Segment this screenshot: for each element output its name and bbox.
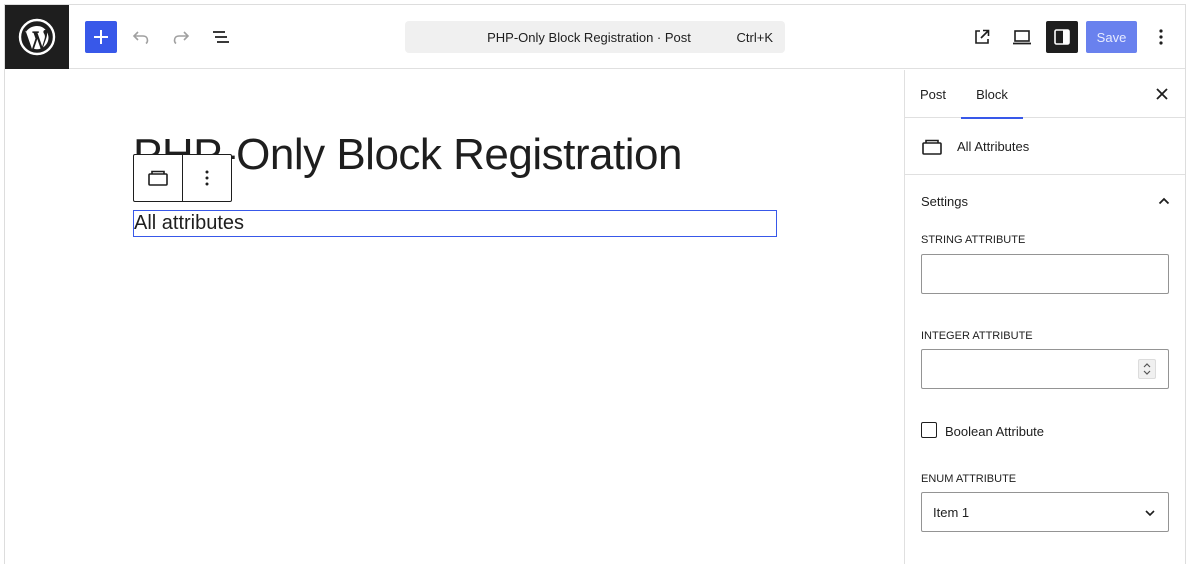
plus-icon xyxy=(94,30,108,44)
close-icon xyxy=(1156,88,1168,100)
block-type-button[interactable] xyxy=(134,155,183,201)
settings-toggle-button[interactable] xyxy=(1046,21,1078,53)
block-icon xyxy=(147,170,168,186)
wordpress-logo-icon[interactable] xyxy=(5,5,69,69)
enum-attribute-label: ENUM ATTRIBUTE xyxy=(921,473,1017,485)
string-attribute-label: STRING ATTRIBUTE xyxy=(921,234,1026,246)
block-icon xyxy=(922,139,942,155)
options-button[interactable] xyxy=(1145,21,1177,53)
enum-selected-value: Item 1 xyxy=(933,504,970,520)
redo-button[interactable] xyxy=(165,21,197,53)
keyboard-shortcut: Ctrl+K xyxy=(736,29,773,45)
device-preview-button[interactable] xyxy=(1006,21,1038,53)
settings-panel-toggle[interactable]: Settings xyxy=(921,176,1171,226)
block-toolbar xyxy=(133,154,232,202)
more-vertical-icon xyxy=(1159,29,1163,45)
sidebar-tabs: Post Block xyxy=(905,70,1185,119)
block-card-title: All Attributes xyxy=(957,139,1030,154)
view-post-button[interactable] xyxy=(966,21,998,53)
list-view-icon xyxy=(213,31,229,43)
command-palette-bar[interactable]: PHP-Only Block Registration · Post Ctrl+… xyxy=(405,21,785,53)
settings-panel: Settings STRING ATTRIBUTE INTEGER ATTRIB… xyxy=(905,176,1185,564)
enum-attribute-select[interactable]: Item 1 xyxy=(921,492,1169,532)
boolean-attribute-label: Boolean Attribute xyxy=(945,424,1045,439)
redo-icon xyxy=(173,31,190,45)
chevron-up-icon[interactable] xyxy=(1156,193,1172,209)
block-card: All Attributes xyxy=(905,119,1185,175)
settings-sidebar: Post Block All Attributes Settings STRIN… xyxy=(904,70,1185,564)
tab-block[interactable]: Block xyxy=(961,70,1023,119)
tab-post[interactable]: Post xyxy=(905,70,961,118)
selected-block[interactable]: All attributes xyxy=(133,210,777,237)
integer-attribute-label: INTEGER ATTRIBUTE xyxy=(921,330,1033,342)
desktop-icon xyxy=(1013,30,1031,45)
save-button[interactable]: Save xyxy=(1086,21,1137,53)
block-options-button[interactable] xyxy=(183,155,232,201)
boolean-attribute-checkbox[interactable] xyxy=(921,422,937,438)
more-vertical-icon xyxy=(205,170,209,186)
editor-header: PHP-Only Block Registration · Post Ctrl+… xyxy=(5,5,1185,69)
undo-button[interactable] xyxy=(125,21,157,53)
settings-panel-title: Settings xyxy=(921,193,968,209)
sidebar-toggle-icon xyxy=(1054,29,1070,45)
number-spinner[interactable] xyxy=(1138,359,1156,379)
editor-frame: PHP-Only Block Registration · Post Ctrl+… xyxy=(4,4,1186,564)
document-title: PHP-Only Block Registration · Post xyxy=(487,29,691,45)
chevron-down-icon xyxy=(1142,505,1158,521)
document-overview-button[interactable] xyxy=(205,21,237,53)
external-link-icon xyxy=(975,29,990,44)
block-inserter-button[interactable] xyxy=(85,21,117,53)
integer-attribute-input[interactable] xyxy=(921,349,1169,389)
string-attribute-input[interactable] xyxy=(921,254,1169,294)
undo-icon xyxy=(132,31,149,45)
editor-canvas[interactable]: PHP-Only Block Registration All attribut… xyxy=(5,70,904,564)
close-settings-button[interactable] xyxy=(1146,78,1178,110)
